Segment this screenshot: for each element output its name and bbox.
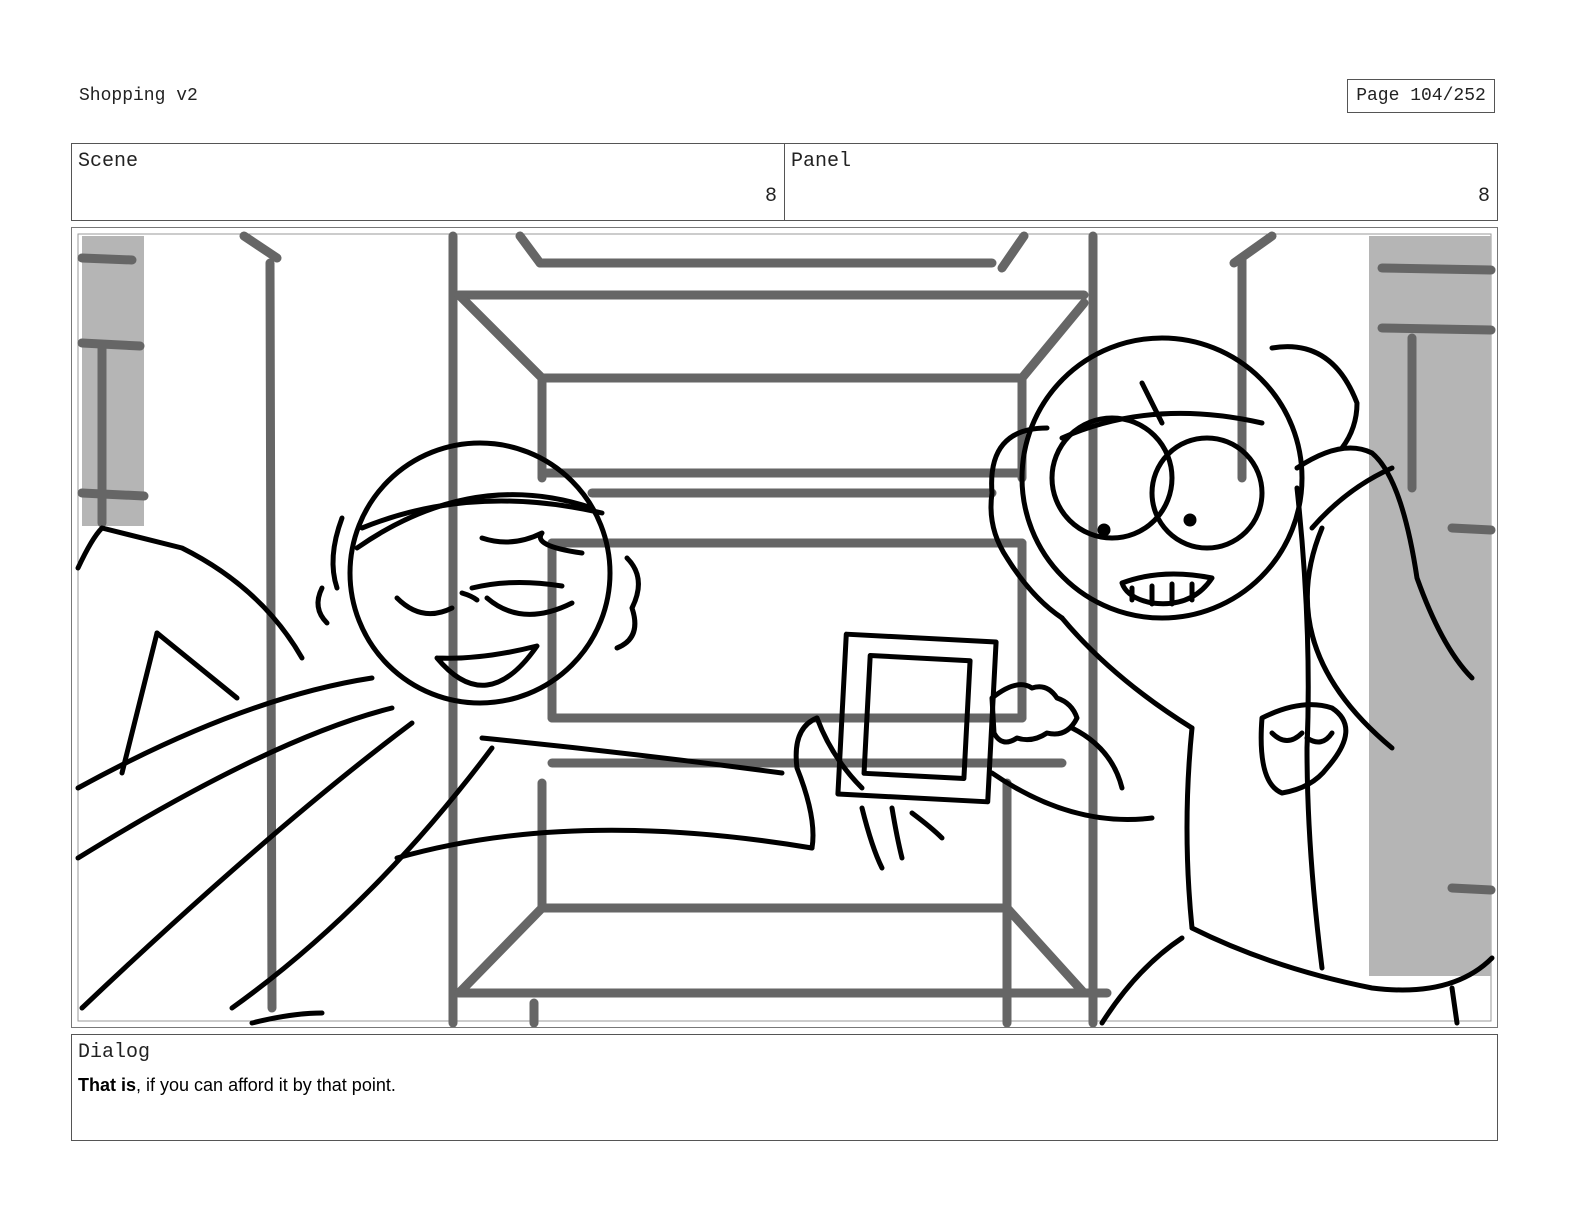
panel-cell: Panel 8 (784, 144, 1497, 220)
storyboard-sketch (75, 231, 1496, 1027)
dialog-box: Dialog That is, if you can afford it by … (71, 1034, 1498, 1141)
scene-cell: Scene 8 (72, 144, 784, 220)
panel-label: Panel (791, 150, 852, 173)
dialog-label: Dialog (78, 1041, 151, 1064)
scene-panel-row: Scene 8 Panel 8 (71, 143, 1498, 221)
dialog-text-rest: , if you can afford it by that point. (136, 1075, 396, 1095)
scene-number: 8 (764, 185, 777, 208)
dialog-text-bold: That is (78, 1075, 137, 1095)
page-number: Page 104/252 (1347, 79, 1495, 113)
dialog-text: That is, if you can afford it by that po… (78, 1075, 396, 1096)
scene-label: Scene (78, 150, 139, 173)
storyboard-frame (71, 227, 1498, 1028)
character-sketches (75, 335, 1495, 1026)
panel-number: 8 (1477, 185, 1490, 208)
project-title: Shopping v2 (79, 86, 198, 106)
background-shelves (77, 231, 1496, 1027)
